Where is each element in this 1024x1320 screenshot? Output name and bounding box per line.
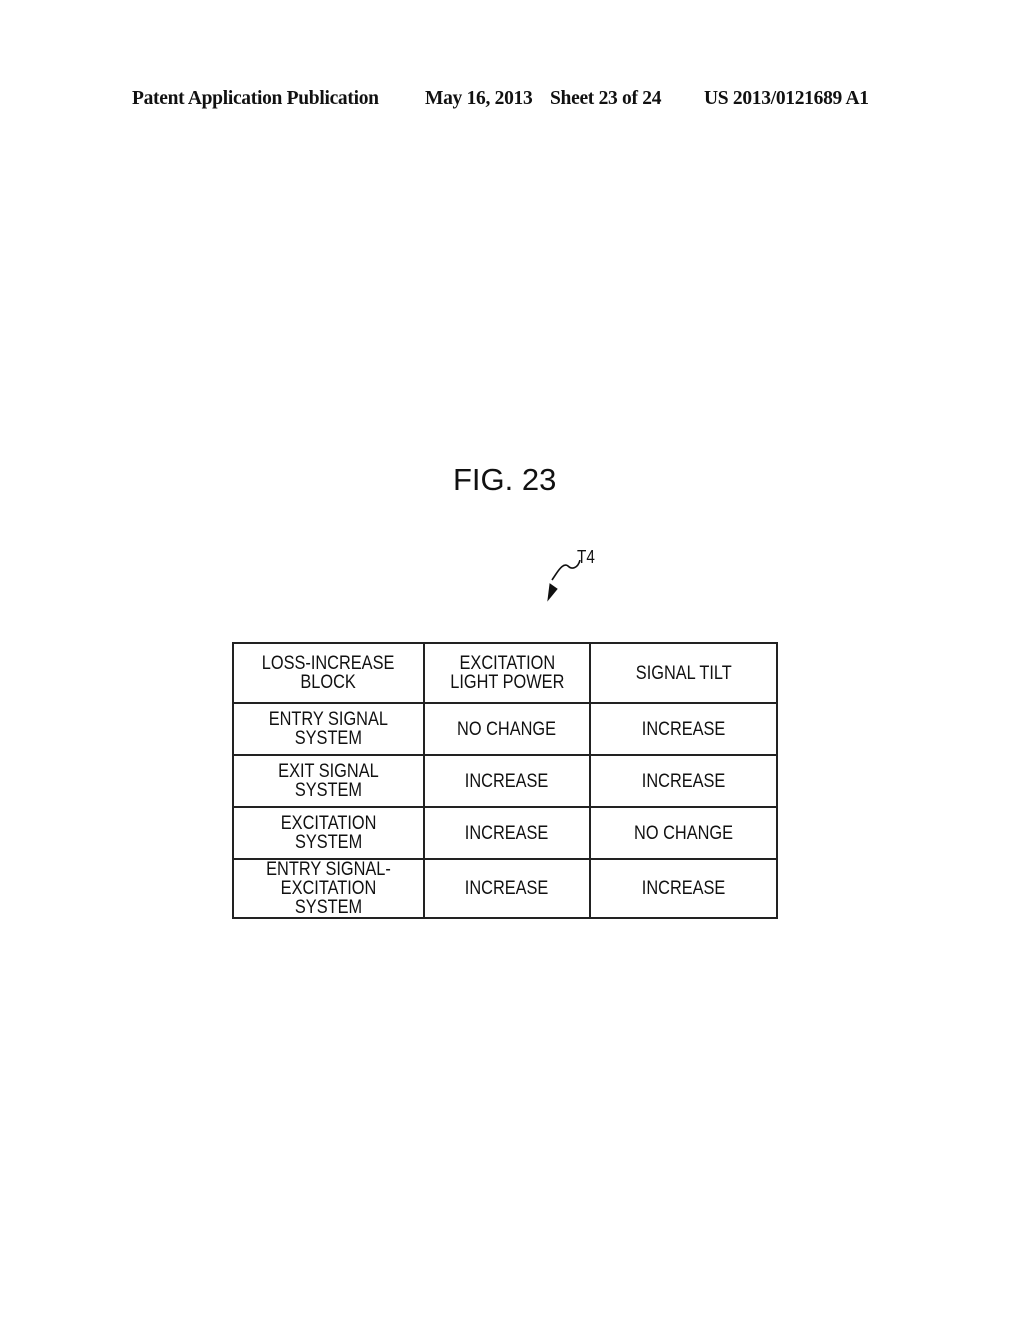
table-cell: INCREASE bbox=[423, 754, 591, 808]
publication-type: Patent Application Publication bbox=[132, 88, 379, 109]
page-header: Patent Application Publication May 16, 2… bbox=[0, 88, 1024, 114]
sheet-number: Sheet 23 of 24 bbox=[550, 88, 662, 109]
table-cell: INCREASE bbox=[589, 858, 778, 919]
loss-increase-table: LOSS-INCREASE BLOCK EXCITATION LIGHT POW… bbox=[232, 642, 778, 919]
table-cell: ENTRY SIGNAL SYSTEM bbox=[232, 702, 425, 756]
table-cell: EXIT SIGNAL SYSTEM bbox=[232, 754, 425, 808]
header-cell: EXCITATION LIGHT POWER bbox=[423, 642, 591, 704]
table-cell: INCREASE bbox=[423, 858, 591, 919]
table-row: ENTRY SIGNAL SYSTEM NO CHANGE INCREASE bbox=[232, 702, 778, 756]
table-cell: ENTRY SIGNAL- EXCITATION SYSTEM bbox=[232, 858, 425, 919]
figure-title: FIG. 23 bbox=[453, 462, 557, 497]
table-cell: INCREASE bbox=[589, 702, 778, 756]
patent-number: US 2013/0121689 A1 bbox=[704, 88, 869, 109]
table-row: ENTRY SIGNAL- EXCITATION SYSTEM INCREASE… bbox=[232, 858, 778, 919]
table-cell: NO CHANGE bbox=[423, 702, 591, 756]
table-cell: EXCITATION SYSTEM bbox=[232, 806, 425, 860]
table-header-row: LOSS-INCREASE BLOCK EXCITATION LIGHT POW… bbox=[232, 642, 778, 704]
table-cell: INCREASE bbox=[589, 754, 778, 808]
table-cell: INCREASE bbox=[423, 806, 591, 860]
squiggle-arrow-icon bbox=[547, 560, 581, 602]
publication-date: May 16, 2013 bbox=[425, 88, 533, 109]
header-cell: SIGNAL TILT bbox=[589, 642, 778, 704]
table-cell: NO CHANGE bbox=[589, 806, 778, 860]
table-row: EXIT SIGNAL SYSTEM INCREASE INCREASE bbox=[232, 754, 778, 808]
header-cell: LOSS-INCREASE BLOCK bbox=[232, 642, 425, 704]
table-row: EXCITATION SYSTEM INCREASE NO CHANGE bbox=[232, 806, 778, 860]
